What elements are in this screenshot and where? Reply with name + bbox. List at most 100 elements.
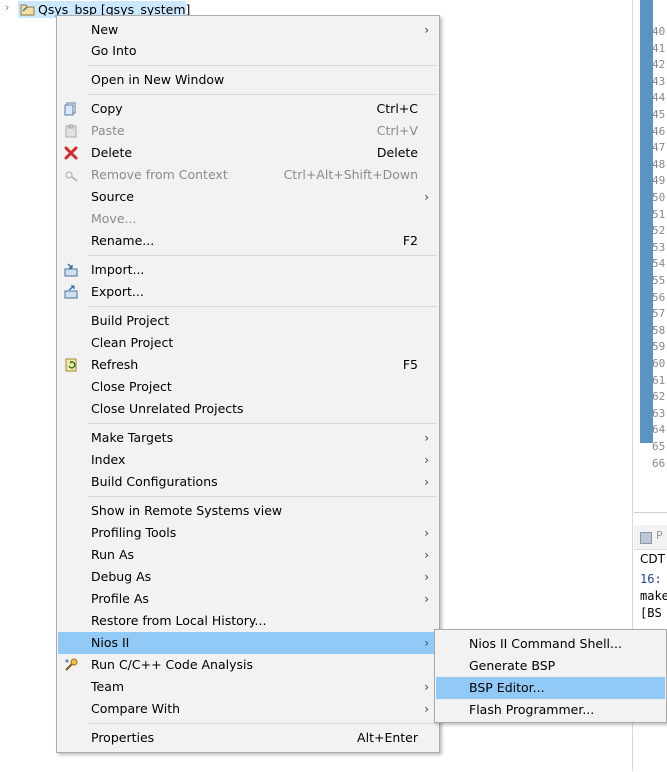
menu-item-label: Run As (91, 547, 135, 562)
menu-item-label: Build Configurations (91, 474, 218, 489)
line-number: 56 (652, 290, 666, 304)
nios-ii-submenu: Nios II Command Shell... Generate BSP BSP … (434, 629, 667, 723)
line-number: 58 (652, 323, 666, 337)
submenu-arrow-icon: › (424, 570, 429, 584)
menu-item-shortcut: F2 (402, 233, 418, 248)
submenu-item-label: Generate BSP (469, 658, 556, 673)
submenu-item-nios-ii-command-shell[interactable]: Nios II Command Shell... (436, 633, 665, 655)
menu-item-build-project[interactable]: Build Project (58, 310, 438, 332)
menu-item-label: Nios II (91, 635, 130, 650)
line-number: 53 (652, 240, 666, 254)
menu-item-label: Refresh (91, 357, 139, 372)
paste-icon (64, 124, 78, 138)
menu-item-restore-from-local-history[interactable]: Restore from Local History... (58, 610, 438, 632)
line-number: 60 (652, 357, 666, 370)
menu-item-build-configurations[interactable]: Build Configurations › (58, 471, 438, 493)
line-number: 51 (652, 207, 666, 221)
submenu-item-bsp-editor[interactable]: BSP Editor... (436, 677, 665, 699)
submenu-arrow-icon: › (424, 680, 429, 694)
menu-item-label: Restore from Local History... (91, 613, 267, 628)
menu-item-run-c-c-code-analysis[interactable]: Run C/C++ Code Analysis (58, 654, 438, 676)
menu-item-close-project[interactable]: Close Project (58, 376, 438, 398)
submenu-arrow-icon: › (424, 702, 429, 716)
import-icon (64, 263, 78, 277)
menu-separator (87, 423, 437, 424)
line-number: 57 (652, 307, 666, 321)
menu-item-label: Compare With (91, 701, 181, 716)
submenu-item-flash-programmer[interactable]: Flash Programmer... (436, 699, 665, 721)
menu-item-open-in-new-window[interactable]: Open in New Window (58, 69, 438, 91)
menu-item-label: Profile As (91, 591, 149, 606)
menu-item-refresh[interactable]: Refresh F5 (58, 354, 438, 376)
menu-separator (87, 496, 437, 497)
refresh-icon (64, 358, 78, 372)
menu-item-label: Close Project (91, 379, 172, 394)
menu-item-label: Go Into (91, 43, 137, 58)
menu-item-rename[interactable]: Rename... F2 (58, 230, 438, 252)
menu-item-properties[interactable]: Properties Alt+Enter (58, 727, 438, 749)
menu-item-debug-as[interactable]: Debug As › (58, 566, 438, 588)
menu-item-label: Move... (91, 211, 137, 226)
menu-item-copy[interactable]: Copy Ctrl+C (58, 98, 438, 120)
submenu-arrow-icon: › (424, 475, 429, 489)
submenu-arrow-icon: › (424, 190, 429, 204)
menu-item-export[interactable]: Export... (58, 281, 438, 303)
line-number: 47 (652, 141, 666, 155)
menu-item-make-targets[interactable]: Make Targets › (58, 427, 438, 449)
menu-item-delete[interactable]: Delete Delete (58, 142, 438, 164)
console-line: 16: (640, 572, 662, 586)
menu-item-label: Paste (91, 123, 125, 138)
line-number: 59 (652, 340, 666, 354)
expand-arrow-icon[interactable]: › (5, 1, 9, 14)
menu-item-compare-with[interactable]: Compare With › (58, 698, 438, 720)
menu-item-run-as[interactable]: Run As › (58, 544, 438, 566)
menu-item-index[interactable]: Index › (58, 449, 438, 471)
line-number: 65 (652, 440, 666, 453)
menu-item-label: Properties (91, 730, 155, 745)
line-number: 41 (652, 41, 666, 55)
menu-item-nios-ii[interactable]: Nios II › (58, 632, 438, 654)
menu-item-new[interactable]: New › (58, 19, 438, 41)
menu-separator (87, 306, 437, 307)
menu-item-paste[interactable]: Paste Ctrl+V (58, 120, 438, 142)
menu-item-shortcut: Delete (376, 145, 418, 160)
menu-item-profile-as[interactable]: Profile As › (58, 588, 438, 610)
console-tab-label[interactable]: P (656, 529, 663, 542)
menu-item-show-in-remote-systems-view[interactable]: Show in Remote Systems view (58, 500, 438, 522)
submenu-item-label: BSP Editor... (469, 680, 545, 695)
problems-tab-icon[interactable] (640, 532, 652, 544)
submenu-arrow-icon: › (424, 526, 429, 540)
menu-separator (87, 723, 437, 724)
submenu-arrow-icon: › (424, 548, 429, 562)
line-number: 45 (652, 108, 666, 121)
menu-item-label: Debug As (91, 569, 152, 584)
menu-item-source[interactable]: Source › (58, 186, 438, 208)
menu-item-label: New (91, 22, 119, 37)
line-number: 50 (652, 191, 666, 204)
line-number: 66 (652, 456, 666, 470)
submenu-arrow-icon: › (424, 453, 429, 467)
menu-item-go-into[interactable]: Go Into (58, 40, 438, 62)
menu-item-move[interactable]: Move... (58, 208, 438, 230)
menu-item-import[interactable]: Import... (58, 259, 438, 281)
menu-item-team[interactable]: Team › (58, 676, 438, 698)
submenu-arrow-icon: › (424, 23, 429, 37)
menu-item-label: Delete (91, 145, 133, 160)
menu-item-profiling-tools[interactable]: Profiling Tools › (58, 522, 438, 544)
menu-item-label: Clean Project (91, 335, 174, 350)
submenu-arrow-icon: › (424, 431, 429, 445)
menu-item-label: Build Project (91, 313, 170, 328)
line-number: 43 (652, 74, 666, 88)
menu-item-clean-project[interactable]: Clean Project (58, 332, 438, 354)
console-line: [BS (640, 606, 662, 620)
menu-item-label: Import... (91, 262, 145, 277)
line-number: 42 (652, 58, 666, 72)
submenu-item-label: Flash Programmer... (469, 702, 595, 717)
menu-item-label: Close Unrelated Projects (91, 401, 244, 416)
context-menu: New › Go Into Open in New Window Copy Ctrl+C P… (56, 15, 440, 753)
menu-item-remove-from-context[interactable]: Remove from Context Ctrl+Alt+Shift+Down (58, 164, 438, 186)
menu-item-close-unrelated-projects[interactable]: Close Unrelated Projects (58, 398, 438, 420)
submenu-item-generate-bsp[interactable]: Generate BSP (436, 655, 665, 677)
line-number: 64 (652, 423, 666, 437)
export-icon (64, 285, 78, 299)
